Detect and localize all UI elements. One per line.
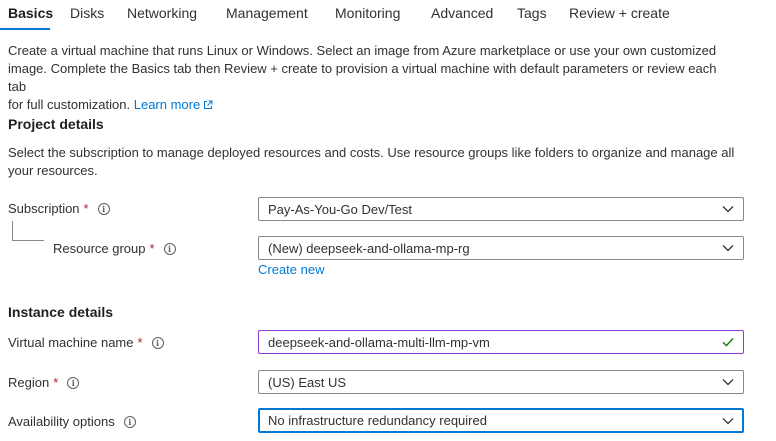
region-label-text: Region [8,375,50,390]
tab-bar: Basics Disks Networking Management Monit… [0,0,776,30]
required-marker: * [53,375,59,390]
info-icon[interactable]: i [97,202,110,215]
vm-name-value: deepseek-and-ollama-multi-llm-mp-vm [268,334,490,350]
region-dropdown[interactable]: (US) East US [258,370,744,394]
vm-name-label: Virtual machine name * i [8,335,164,350]
availability-options-dropdown[interactable]: No infrastructure redundancy required [258,408,744,433]
tab-review-create[interactable]: Review + create [569,5,670,21]
chevron-down-icon [722,417,734,424]
project-details-description: Select the subscription to manage deploy… [8,144,738,180]
active-tab-indicator [0,28,50,30]
info-icon[interactable]: i [163,242,176,255]
tab-tags[interactable]: Tags [517,5,547,21]
required-marker: * [149,241,155,256]
subscription-value: Pay-As-You-Go Dev/Test [268,201,413,217]
intro-line-3-text: for full customization. [8,97,131,112]
project-details-heading: Project details [8,116,104,132]
required-marker: * [137,335,143,350]
intro-text: Create a virtual machine that runs Linux… [8,42,738,114]
learn-more-label: Learn more [133,97,201,112]
availability-options-label-text: Availability options [8,414,115,429]
intro-line-3: for full customization. Learn more [8,96,738,114]
availability-options-label: Availability options i [8,414,136,429]
intro-line-1: Create a virtual machine that runs Linux… [8,43,717,58]
resource-group-label-text: Resource group [53,241,146,256]
tree-connector [12,221,44,241]
availability-options-value: No infrastructure redundancy required [268,413,487,428]
tab-basics[interactable]: Basics [8,5,53,21]
checkmark-icon [722,338,734,347]
external-link-icon [204,100,213,109]
tab-monitoring[interactable]: Monitoring [335,5,400,21]
region-value: (US) East US [268,374,347,390]
project-desc-line-1: Select the subscription to manage deploy… [8,145,735,160]
tab-disks[interactable]: Disks [70,5,104,21]
resource-group-value: (New) deepseek-and-ollama-mp-rg [268,240,470,256]
tab-networking[interactable]: Networking [127,5,197,21]
required-marker: * [83,201,89,216]
create-new-resource-group-link[interactable]: Create new [258,262,324,277]
learn-more-link[interactable]: Learn more [134,97,213,112]
region-label: Region * i [8,375,80,390]
resource-group-dropdown[interactable]: (New) deepseek-and-ollama-mp-rg [258,236,744,260]
subscription-label-text: Subscription [8,201,80,216]
info-icon[interactable]: i [123,415,136,428]
subscription-dropdown[interactable]: Pay-As-You-Go Dev/Test [258,197,744,221]
subscription-label: Subscription * i [8,201,110,216]
vm-name-input[interactable]: deepseek-and-ollama-multi-llm-mp-vm [258,330,744,354]
chevron-down-icon [722,379,734,386]
chevron-down-icon [722,206,734,213]
vm-name-label-text: Virtual machine name [8,335,134,350]
project-desc-line-2: your resources. [8,163,98,178]
chevron-down-icon [722,245,734,252]
tab-advanced[interactable]: Advanced [431,5,493,21]
intro-line-2: image. Complete the Basics tab then Revi… [8,61,717,94]
instance-details-heading: Instance details [8,304,114,320]
info-icon[interactable]: i [67,376,80,389]
tab-management[interactable]: Management [226,5,308,21]
info-icon[interactable]: i [151,336,164,349]
resource-group-label: Resource group * i [53,241,176,256]
